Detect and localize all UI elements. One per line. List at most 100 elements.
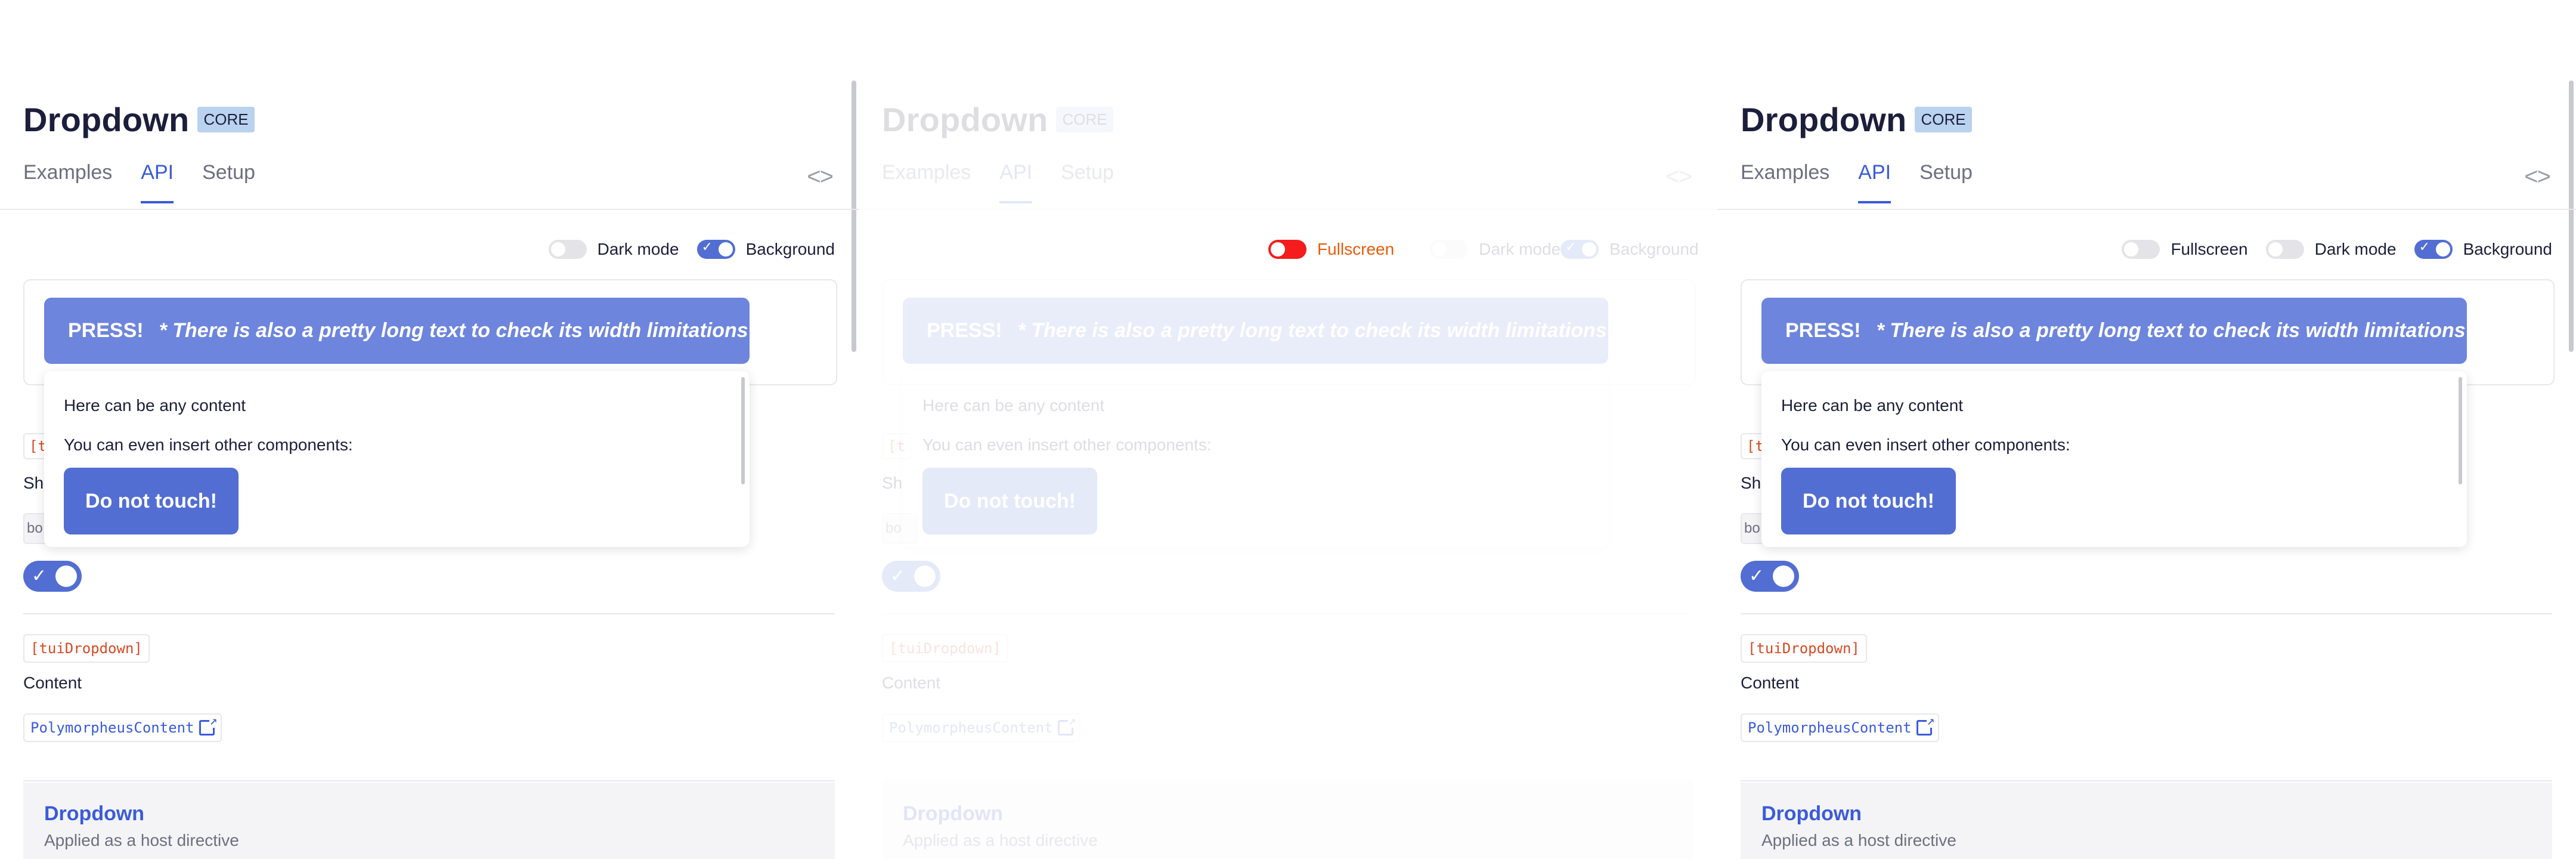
press-button[interactable]: PRESS! * There is also a pretty long tex… (44, 298, 750, 364)
content-type-link[interactable]: PolymorpheusContent (882, 713, 1080, 742)
do-not-touch-button[interactable]: Do not touch! (922, 468, 1097, 534)
check-icon: ✓ (1749, 566, 1764, 586)
section-divider (23, 613, 835, 614)
background-switch[interactable] (2414, 239, 2453, 259)
external-link-icon (1057, 715, 1076, 736)
do-not-touch-button[interactable]: Do not touch! (64, 468, 239, 534)
demo-toggles: Dark mode Background (531, 239, 835, 259)
tab-examples[interactable]: Examples (882, 161, 971, 203)
partial-text: Sh (1741, 474, 1761, 492)
tabs-divider (0, 209, 859, 210)
do-not-touch-button[interactable]: Do not touch! (1781, 468, 1956, 534)
dropdown-panel: Here can be any content You can even ins… (44, 371, 750, 547)
directive-tag: [tuiDropdown] (882, 634, 1008, 663)
fullscreen-toggle[interactable]: Fullscreen (1268, 240, 1394, 259)
card-divider (23, 780, 835, 781)
press-button[interactable]: PRESS! * There is also a pretty long tex… (1761, 298, 2467, 364)
background-toggle[interactable]: Background (1561, 239, 1699, 259)
dropdown-text-2: You can even insert other components: (922, 435, 1212, 454)
dark-mode-toggle[interactable]: Dark mode (2265, 240, 2397, 259)
background-label: Background (745, 240, 835, 258)
dropdown-panel: Here can be any content You can even ins… (903, 371, 1608, 547)
content-type-text: PolymorpheusContent (889, 719, 1053, 736)
card-title[interactable]: Dropdown (903, 802, 1003, 826)
tab-api[interactable]: API (999, 161, 1033, 203)
page-header: Dropdown CORE (1741, 100, 1972, 139)
core-badge: CORE (197, 107, 255, 132)
tab-setup[interactable]: Setup (1061, 161, 1114, 203)
press-label: PRESS! (1785, 319, 1861, 342)
external-link-icon (1916, 715, 1935, 736)
code-icon[interactable]: <> (1665, 163, 1692, 190)
press-label: PRESS! (68, 319, 144, 342)
background-switch[interactable] (1561, 239, 1599, 259)
page-scrollbar[interactable] (852, 81, 856, 352)
press-label: PRESS! (927, 319, 1002, 342)
option-toggle[interactable]: ✓ (23, 561, 82, 592)
tab-api[interactable]: API (141, 161, 174, 203)
dark-mode-switch[interactable] (548, 240, 587, 259)
directive-tag: [tuiDropdown] (1741, 634, 1867, 663)
content-type-link[interactable]: PolymorpheusContent (23, 713, 222, 742)
check-icon: ✓ (32, 566, 47, 586)
option-toggle[interactable]: ✓ (1741, 561, 1799, 592)
press-button[interactable]: PRESS! * There is also a pretty long tex… (903, 298, 1608, 364)
content-label: Content (1741, 673, 1800, 692)
code-icon[interactable]: <> (2524, 163, 2551, 190)
demo-toggles: Fullscreen Dark mode Background (2104, 239, 2552, 259)
tab-examples[interactable]: Examples (1741, 161, 1829, 203)
fullscreen-toggle[interactable]: Fullscreen (2122, 240, 2248, 259)
tabs: Examples API Setup (882, 161, 1143, 203)
page-title: Dropdown (1741, 101, 1907, 138)
fullscreen-label: Fullscreen (2171, 240, 2248, 258)
background-label: Background (1609, 240, 1699, 258)
dropdown-scrollbar[interactable] (741, 377, 745, 484)
frame-left: Dropdown CORE Examples API Setup <> Dark… (0, 0, 859, 859)
card-title[interactable]: Dropdown (1761, 802, 1862, 826)
dropdown-text-1: Here can be any content (64, 396, 246, 415)
tabs: Examples API Setup (23, 161, 284, 203)
page-header: Dropdown CORE (882, 100, 1113, 139)
dropdown-scrollbar[interactable] (2459, 377, 2462, 484)
background-toggle[interactable]: Background (696, 239, 835, 259)
check-icon: ✓ (890, 566, 906, 586)
tab-setup[interactable]: Setup (202, 161, 255, 203)
content-label: Content (23, 673, 82, 692)
tab-examples[interactable]: Examples (23, 161, 112, 203)
content-type-text: PolymorpheusContent (1748, 719, 1912, 736)
content-type-text: PolymorpheusContent (30, 719, 194, 736)
press-long-text: * There is also a pretty long text to ch… (159, 319, 748, 342)
card-subtitle: Applied as a host directive (1761, 831, 1956, 849)
page-title: Dropdown (882, 101, 1048, 138)
directive-tag: [tuiDropdown] (23, 634, 150, 663)
page-scrollbar[interactable] (2569, 81, 2574, 352)
dropdown-panel: Here can be any content You can even ins… (1761, 371, 2467, 547)
dark-mode-switch[interactable] (2265, 240, 2304, 259)
dark-mode-label: Dark mode (597, 240, 679, 258)
option-toggle[interactable]: ✓ (882, 561, 940, 592)
tab-api[interactable]: API (1858, 161, 1891, 203)
page-title: Dropdown (23, 101, 190, 138)
fullscreen-switch[interactable] (1268, 240, 1306, 259)
dropdown-text-2: You can even insert other components: (64, 435, 353, 454)
fullscreen-label: Fullscreen (1317, 240, 1395, 258)
dark-mode-toggle[interactable]: Dark mode (1430, 240, 1561, 259)
press-long-text: * There is also a pretty long text to ch… (1017, 319, 1607, 342)
dropdown-text-1: Here can be any content (1781, 396, 1964, 415)
fullscreen-switch[interactable] (2122, 240, 2160, 259)
card-title[interactable]: Dropdown (44, 802, 144, 826)
frame-middle: Dropdown CORE Examples API Setup <> Full… (859, 0, 1717, 859)
dark-mode-toggle[interactable]: Dark mode (548, 240, 679, 259)
card-subtitle: Applied as a host directive (44, 831, 239, 849)
card-divider (1741, 780, 2552, 781)
background-toggle[interactable]: Background (2414, 239, 2552, 259)
card-subtitle: Applied as a host directive (903, 831, 1098, 849)
press-long-text: * There is also a pretty long text to ch… (1876, 319, 2466, 342)
dark-mode-label: Dark mode (2314, 240, 2397, 258)
code-icon[interactable]: <> (807, 163, 834, 190)
content-type-link[interactable]: PolymorpheusContent (1741, 713, 1939, 742)
partial-text: Sh (23, 474, 44, 492)
dark-mode-switch[interactable] (1430, 240, 1469, 259)
tab-setup[interactable]: Setup (1919, 161, 1973, 203)
background-switch[interactable] (696, 239, 735, 259)
